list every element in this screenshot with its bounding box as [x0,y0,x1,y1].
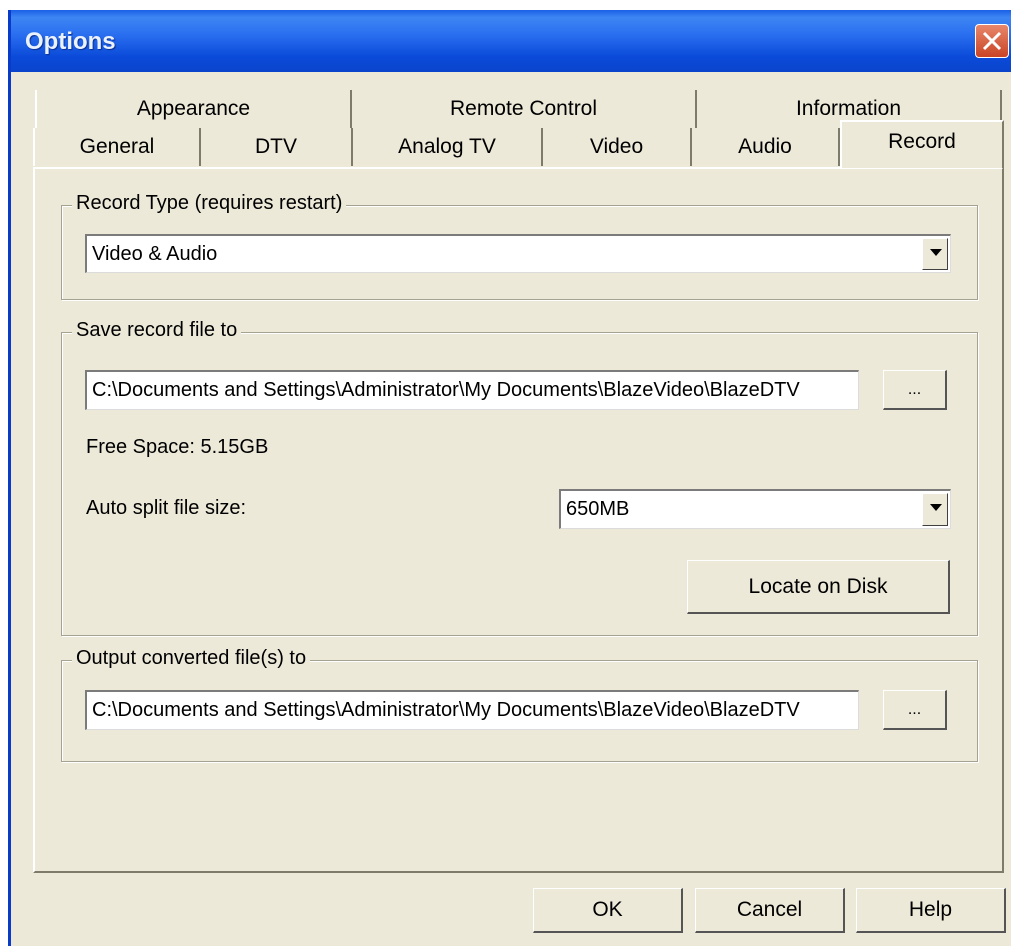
tab-appearance[interactable]: Appearance [35,90,352,128]
auto-split-dropdown-button[interactable] [922,493,948,526]
output-converted-group: Output converted file(s) to C:\Documents… [61,647,978,762]
record-type-group: Record Type (requires restart) Video & A… [61,192,978,300]
output-converted-path-value: C:\Documents and Settings\Administrator\… [92,699,800,721]
output-converted-label: Output converted file(s) to [72,647,311,670]
help-button[interactable]: Help [856,888,1006,933]
options-dialog: Options Appearance Remote Control Inform… [8,10,1011,946]
tab-dtv[interactable]: DTV [201,128,353,166]
tab-label: Audio [738,135,792,158]
record-type-dropdown[interactable]: Video & Audio [85,234,951,273]
ok-button[interactable]: OK [533,888,683,933]
tab-label: Appearance [136,97,251,120]
output-converted-browse-button[interactable]: ... [883,690,947,730]
record-type-value: Video & Audio [92,242,218,265]
title-bar[interactable]: Options [11,10,1011,72]
record-tab-panel: Record Type (requires restart) Video & A… [33,167,1004,873]
record-type-dropdown-button[interactable] [922,238,948,270]
tab-label: General [79,135,155,158]
help-label: Help [908,898,953,921]
tab-label: Record [888,130,956,153]
tab-general[interactable]: General [33,128,201,166]
locate-on-disk-label: Locate on Disk [748,574,888,598]
tab-analog-tv[interactable]: Analog TV [353,128,543,166]
tab-label: Analog TV [398,135,496,158]
free-space-text: Free Space: 5.15GB [86,436,269,458]
tab-remote-control[interactable]: Remote Control [352,90,697,128]
auto-split-label: Auto split file size: [86,497,247,519]
record-type-label: Record Type (requires restart) [72,192,347,215]
tab-video[interactable]: Video [543,128,692,166]
tab-record[interactable]: Record [840,120,1004,168]
cancel-button[interactable]: Cancel [695,888,845,933]
chevron-down-icon [930,504,942,511]
tab-audio[interactable]: Audio [692,128,840,166]
browse-label: ... [907,700,922,718]
close-icon [982,31,1002,51]
tab-label: DTV [255,135,297,158]
output-converted-path-input[interactable]: C:\Documents and Settings\Administrator\… [85,690,859,730]
save-record-label: Save record file to [72,319,242,342]
tab-label: Remote Control [449,97,598,120]
ok-label: OK [592,898,623,921]
auto-split-value: 650MB [566,498,630,520]
chevron-down-icon [930,249,942,256]
tab-label: Information [795,97,902,120]
save-record-path-value: C:\Documents and Settings\Administrator\… [92,379,800,401]
browse-label: ... [907,380,922,398]
locate-on-disk-button[interactable]: Locate on Disk [687,560,950,614]
close-button[interactable] [975,24,1009,58]
save-record-path-input[interactable]: C:\Documents and Settings\Administrator\… [85,370,859,410]
window-title: Options [25,28,116,55]
save-record-browse-button[interactable]: ... [883,370,947,410]
save-record-group: Save record file to C:\Documents and Set… [61,319,978,636]
cancel-label: Cancel [736,898,803,921]
tab-label: Video [589,135,644,158]
auto-split-dropdown[interactable]: 650MB [559,489,951,529]
